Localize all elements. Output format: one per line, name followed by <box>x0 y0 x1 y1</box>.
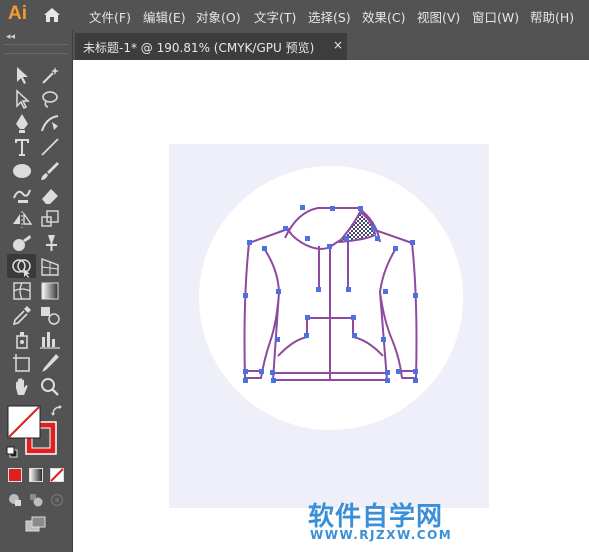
close-icon[interactable]: × <box>333 38 343 52</box>
zoom-tool-icon[interactable] <box>38 376 62 398</box>
line-segment-tool-icon[interactable] <box>38 136 62 158</box>
reflect-tool-icon[interactable] <box>10 208 34 230</box>
symbol-sprayer-tool-icon[interactable] <box>10 328 34 350</box>
artboard-tool-icon[interactable] <box>10 352 34 374</box>
draw-normal-icon[interactable] <box>8 493 22 507</box>
slice-tool-icon[interactable] <box>38 352 62 374</box>
document-tab[interactable]: 未标题-1* @ 190.81% (CMYK/GPU 预览) × <box>75 33 347 60</box>
home-icon[interactable] <box>42 5 62 25</box>
menu-edit[interactable]: 编辑(E) <box>143 7 186 26</box>
scale-tool-icon[interactable] <box>38 208 62 230</box>
lasso-tool-icon[interactable] <box>38 88 62 110</box>
draw-behind-icon[interactable] <box>29 493 43 507</box>
pen-tool-icon[interactable] <box>10 112 34 134</box>
gradient-tool-icon[interactable] <box>38 280 62 302</box>
app-logo: Ai <box>8 3 27 24</box>
watermark-url: WWW.RJZXW.COM <box>310 528 453 542</box>
menu-object[interactable]: 对象(O) <box>196 7 241 26</box>
warp-tool-icon[interactable] <box>10 232 34 254</box>
shaper-tool-icon[interactable] <box>10 184 34 206</box>
selection-tool-icon[interactable] <box>10 64 34 86</box>
collapse-panel-icon[interactable]: ◂◂ <box>6 32 15 42</box>
blend-tool-icon[interactable] <box>38 304 62 326</box>
menu-select[interactable]: 选择(S) <box>308 7 351 26</box>
gradient-mode-icon[interactable] <box>29 468 43 482</box>
draw-inside-icon[interactable] <box>50 493 64 507</box>
puppet-warp-tool-icon[interactable] <box>38 232 62 254</box>
hoodie-artwork[interactable] <box>73 60 589 552</box>
eraser-tool-icon[interactable] <box>38 184 62 206</box>
hand-tool-icon[interactable] <box>10 376 34 398</box>
menu-file[interactable]: 文件(F) <box>89 7 131 26</box>
document-tab-title: 未标题-1* @ 190.81% (CMYK/GPU 预览) <box>83 41 315 55</box>
type-tool-icon[interactable] <box>10 136 34 158</box>
menu-bar: Ai 文件(F) 编辑(E) 对象(O) 文字(T) 选择(S) 效果(C) 视… <box>0 0 589 30</box>
watermark: 软件自学网 WWW.RJZXW.COM <box>308 496 458 546</box>
tools-panel: ◂◂ <box>0 30 73 552</box>
ellipse-tool-icon[interactable] <box>10 160 34 182</box>
document-tab-bar: 未标题-1* @ 190.81% (CMYK/GPU 预览) × <box>73 30 589 60</box>
magic-wand-tool-icon[interactable] <box>38 64 62 86</box>
curvature-tool-icon[interactable] <box>38 112 62 134</box>
screen-mode-icon[interactable] <box>25 516 47 532</box>
canvas[interactable] <box>73 60 589 552</box>
mesh-tool-icon[interactable] <box>10 280 34 302</box>
none-mode-icon[interactable] <box>50 468 64 482</box>
perspective-grid-tool-icon[interactable] <box>38 256 62 278</box>
eyedropper-tool-icon[interactable] <box>10 304 34 326</box>
panel-grip[interactable] <box>4 44 68 54</box>
menu-effect[interactable]: 效果(C) <box>362 7 405 26</box>
swap-fill-stroke-icon[interactable] <box>50 404 64 418</box>
default-fill-stroke-icon[interactable] <box>6 446 18 458</box>
menu-window[interactable]: 窗口(W) <box>472 7 519 26</box>
paintbrush-tool-icon[interactable] <box>38 160 62 182</box>
direct-selection-tool-icon[interactable] <box>10 88 34 110</box>
shape-builder-tool-icon[interactable] <box>10 256 34 278</box>
menu-help[interactable]: 帮助(H) <box>530 7 574 26</box>
column-graph-tool-icon[interactable] <box>38 328 62 350</box>
color-mode-icon[interactable] <box>8 468 22 482</box>
menu-type[interactable]: 文字(T) <box>254 7 296 26</box>
menu-view[interactable]: 视图(V) <box>417 7 460 26</box>
